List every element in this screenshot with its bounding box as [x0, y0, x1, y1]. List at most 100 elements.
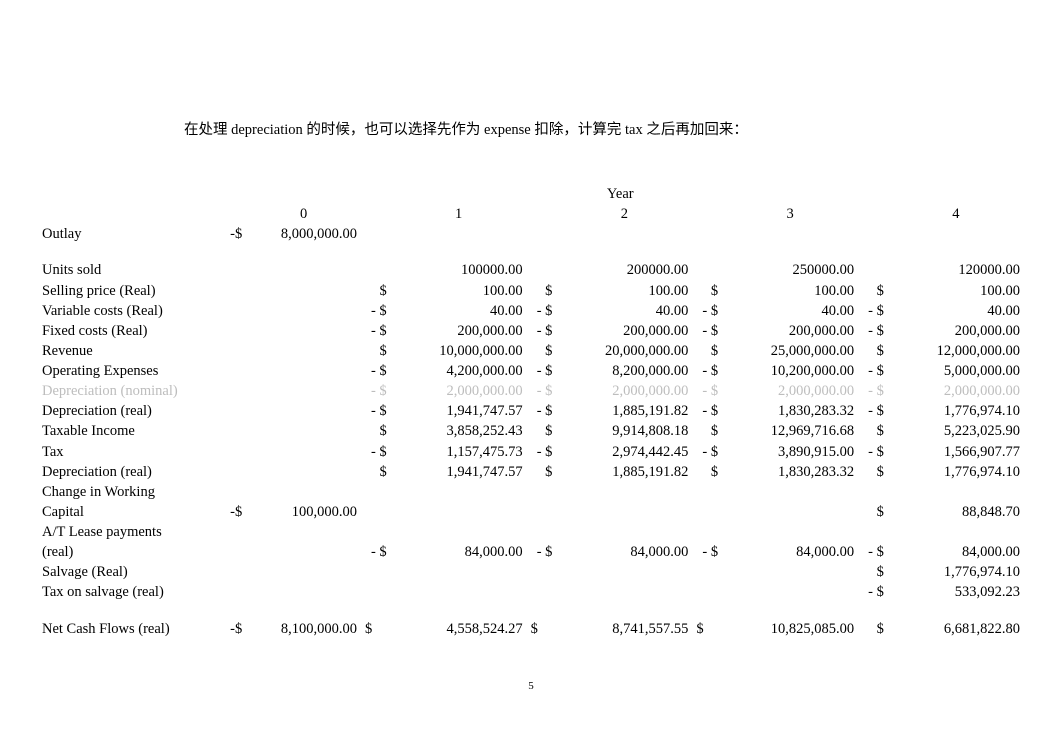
- label: Variable costs (Real): [38, 301, 216, 321]
- val: 84,000.00: [556, 542, 692, 562]
- val: 40.00: [722, 301, 858, 321]
- val: 2,000,000.00: [722, 381, 858, 401]
- row-opex: Operating Expenses - $4,200,000.00 - $8,…: [38, 361, 1024, 381]
- label: Tax on salvage (real): [38, 582, 216, 602]
- sign: $: [858, 341, 888, 361]
- val: 120000.00: [888, 260, 1024, 280]
- label: Units sold: [38, 260, 216, 280]
- sign: - $: [692, 442, 722, 462]
- val: 84,000.00: [391, 542, 527, 562]
- val: 1,566,907.77: [888, 442, 1024, 462]
- label: Net Cash Flows (real): [38, 619, 216, 639]
- sign: - $: [692, 401, 722, 421]
- val: 84,000.00: [722, 542, 858, 562]
- sign: - $: [858, 401, 888, 421]
- val: 533,092.23: [888, 582, 1024, 602]
- val: 200000.00: [556, 260, 692, 280]
- sign: - $: [527, 442, 557, 462]
- val: 8,000,000.00: [246, 224, 361, 244]
- sign: - $: [361, 442, 391, 462]
- row-varcost: Variable costs (Real) - $40.00 - $40.00 …: [38, 301, 1024, 321]
- sign: $: [527, 462, 557, 482]
- val: 25,000,000.00: [722, 341, 858, 361]
- sign: - $: [692, 301, 722, 321]
- intro-text: 在处理 depreciation 的时候，也可以选择先作为 expense 扣除…: [184, 118, 1024, 139]
- page-number: 5: [0, 680, 1062, 692]
- label-outlay: Outlay: [38, 224, 216, 244]
- sign: - $: [527, 361, 557, 381]
- sign: - $: [361, 401, 391, 421]
- val: 2,000,000.00: [556, 381, 692, 401]
- label: Depreciation (real): [38, 462, 216, 482]
- row-ncf: Net Cash Flows (real) -$8,100,000.00 $4,…: [38, 619, 1024, 639]
- val: 8,200,000.00: [556, 361, 692, 381]
- val: 200,000.00: [888, 321, 1024, 341]
- val: 1,776,974.10: [888, 401, 1024, 421]
- sign: $: [858, 502, 888, 522]
- year-4: 4: [888, 204, 1024, 224]
- val: 100.00: [391, 281, 527, 301]
- val: 3,890,915.00: [722, 442, 858, 462]
- row-wc-l1: Change in Working: [38, 482, 1024, 502]
- sign: $: [692, 281, 722, 301]
- val: 40.00: [556, 301, 692, 321]
- sign: $: [858, 562, 888, 582]
- sign: $: [692, 421, 722, 441]
- val: 1,885,191.82: [556, 462, 692, 482]
- label: Depreciation (real): [38, 401, 216, 421]
- val: 8,741,557.55: [556, 619, 692, 639]
- sign: - $: [527, 301, 557, 321]
- year-3: 3: [722, 204, 858, 224]
- row-fixcost: Fixed costs (Real) - $200,000.00 - $200,…: [38, 321, 1024, 341]
- sign: $: [858, 619, 888, 639]
- val: 10,825,085.00: [722, 619, 858, 639]
- val: 200,000.00: [391, 321, 527, 341]
- val: 1,885,191.82: [556, 401, 692, 421]
- val: 10,200,000.00: [722, 361, 858, 381]
- sign: - $: [361, 321, 391, 341]
- sign: -$: [216, 502, 246, 522]
- val: 1,157,475.73: [391, 442, 527, 462]
- year-1: 1: [391, 204, 527, 224]
- sign: - $: [692, 542, 722, 562]
- sign: $: [527, 281, 557, 301]
- val: 200,000.00: [722, 321, 858, 341]
- sign: - $: [858, 361, 888, 381]
- row-units: Units sold 100000.00 200000.00 250000.00…: [38, 260, 1024, 280]
- row-depnom: Depreciation (nominal) - $2,000,000.00 -…: [38, 381, 1024, 401]
- label: Tax: [38, 442, 216, 462]
- sign: $: [527, 341, 557, 361]
- val: 100,000.00: [246, 502, 361, 522]
- label: Depreciation (nominal): [38, 381, 216, 401]
- sign: $: [692, 462, 722, 482]
- row-depreal1: Depreciation (real) - $1,941,747.57 - $1…: [38, 401, 1024, 421]
- sign: -$: [216, 224, 246, 244]
- year-2: 2: [556, 204, 692, 224]
- val: 40.00: [888, 301, 1024, 321]
- sign: $: [361, 341, 391, 361]
- sign: $: [692, 341, 722, 361]
- sign: - $: [361, 361, 391, 381]
- sign: -$: [216, 619, 246, 639]
- financial-table: Year 0 1 2 3 4 Outlay -$8,000,000.00 Uni…: [38, 179, 1024, 639]
- label: Revenue: [38, 341, 216, 361]
- val: 2,000,000.00: [888, 381, 1024, 401]
- row-price: Selling price (Real) $100.00 $100.00 $10…: [38, 281, 1024, 301]
- sign: - $: [361, 301, 391, 321]
- val: 40.00: [391, 301, 527, 321]
- sign: - $: [527, 381, 557, 401]
- val: 20,000,000.00: [556, 341, 692, 361]
- sign: - $: [361, 381, 391, 401]
- label: Capital: [38, 502, 216, 522]
- val: 5,000,000.00: [888, 361, 1024, 381]
- year-0: 0: [246, 204, 361, 224]
- label: Fixed costs (Real): [38, 321, 216, 341]
- sign: - $: [858, 582, 888, 602]
- val: 8,100,000.00: [246, 619, 361, 639]
- val: 1,830,283.32: [722, 462, 858, 482]
- row-wc: Capital -$100,000.00 $88,848.70: [38, 502, 1024, 522]
- sign: - $: [858, 442, 888, 462]
- row-lease: (real) - $84,000.00 - $84,000.00 - $84,0…: [38, 542, 1024, 562]
- sign: $: [858, 462, 888, 482]
- val: 2,974,442.45: [556, 442, 692, 462]
